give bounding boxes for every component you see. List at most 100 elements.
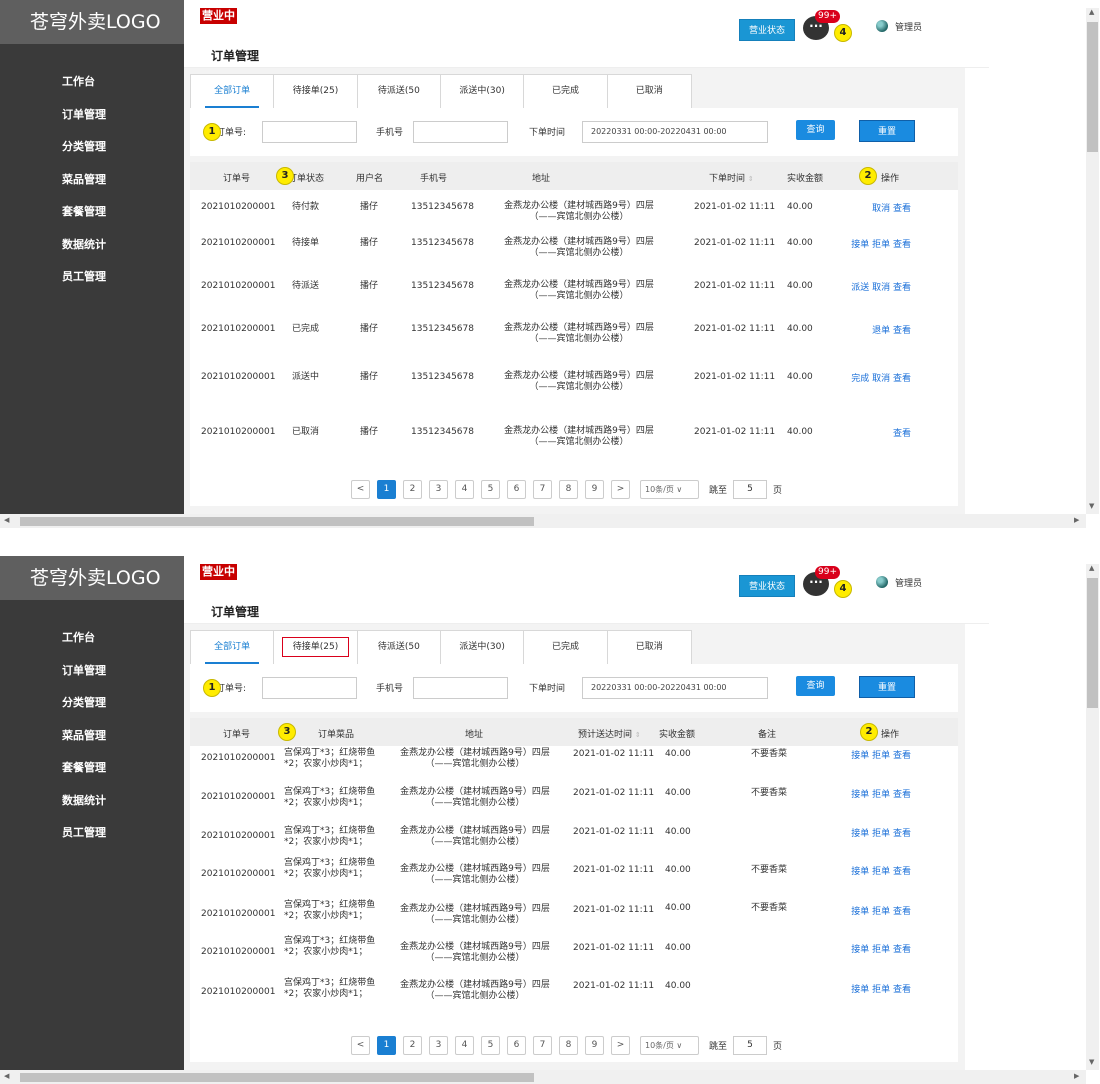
horizontal-scroll-thumb[interactable] [20, 517, 534, 526]
row-actions[interactable]: 退单 查看 [872, 323, 911, 336]
cell-address: 金燕龙办公楼（建材城西路9号）四层（——宾馆北侧办公楼） [400, 787, 550, 808]
tab-all-orders[interactable]: 全部订单 [191, 75, 275, 108]
scroll-right-icon[interactable]: ▶ [1074, 516, 1079, 524]
sidebar-item-employees[interactable]: 员工管理 [0, 817, 184, 850]
pagination-prev[interactable]: < [351, 480, 370, 499]
query-button[interactable]: 查询 [796, 676, 835, 696]
sidebar-item-employees[interactable]: 员工管理 [0, 261, 184, 294]
query-button[interactable]: 查询 [796, 120, 835, 140]
order-no-input[interactable] [262, 677, 357, 699]
phone-input[interactable] [413, 121, 508, 143]
pagination-prev[interactable]: < [351, 1036, 370, 1055]
cell-phone: 13512345678 [411, 202, 474, 212]
tab-pending-delivery[interactable]: 待派送(50 [358, 75, 441, 108]
row-actions[interactable]: 接单 拒单 查看 [851, 748, 911, 761]
horizontal-scroll-thumb[interactable] [20, 1073, 534, 1082]
page-button[interactable]: 1 [377, 480, 396, 499]
sidebar-item-setmeals[interactable]: 套餐管理 [0, 196, 184, 229]
row-actions[interactable]: 接单 拒单 查看 [851, 237, 911, 250]
row-actions[interactable]: 完成 取消 查看 [851, 371, 911, 384]
page-button[interactable]: 7 [533, 1036, 552, 1055]
tab-cancelled[interactable]: 已取消 [608, 631, 691, 664]
page-button[interactable]: 9 [585, 1036, 604, 1055]
business-status-button[interactable]: 营业状态 [739, 19, 795, 41]
tab-completed[interactable]: 已完成 [524, 75, 608, 108]
page-button[interactable]: 4 [455, 480, 474, 499]
page-button[interactable]: 9 [585, 480, 604, 499]
sidebar-item-categories[interactable]: 分类管理 [0, 687, 184, 720]
avatar[interactable] [876, 20, 888, 32]
sidebar-item-categories[interactable]: 分类管理 [0, 131, 184, 164]
page-button[interactable]: 8 [559, 480, 578, 499]
page-button[interactable]: 8 [559, 1036, 578, 1055]
page-button[interactable]: 6 [507, 1036, 526, 1055]
tab-delivering[interactable]: 派送中(30) [441, 631, 525, 664]
page-button[interactable]: 5 [481, 480, 500, 499]
sidebar-menu: 工作台 订单管理 分类管理 菜品管理 套餐管理 数据统计 员工管理 [0, 44, 184, 294]
row-actions[interactable]: 接单 拒单 查看 [851, 982, 911, 995]
tab-label: 待接单(25) [292, 86, 339, 96]
vertical-scroll-thumb[interactable] [1087, 22, 1098, 152]
scroll-left-icon[interactable]: ◀ [4, 1072, 9, 1080]
tab-cancelled[interactable]: 已取消 [608, 75, 691, 108]
jump-page-input[interactable]: 5 [733, 1036, 768, 1055]
tab-pending-accept[interactable]: 待接单(25) [274, 631, 358, 664]
page-size-select[interactable]: 10条/页 ∨ [640, 1036, 699, 1055]
page-button[interactable]: 6 [507, 480, 526, 499]
page-size-select[interactable]: 10条/页 ∨ [640, 480, 699, 499]
order-time-range-input[interactable]: 20220331 00:00-20220431 00:00 [582, 121, 768, 143]
jump-page-input[interactable]: 5 [733, 480, 768, 499]
avatar[interactable] [876, 576, 888, 588]
page-button[interactable]: 4 [455, 1036, 474, 1055]
sidebar-item-dashboard[interactable]: 工作台 [0, 66, 184, 99]
row-actions[interactable]: 查看 [893, 426, 911, 439]
sidebar-item-dashboard[interactable]: 工作台 [0, 622, 184, 655]
sidebar-item-orders[interactable]: 订单管理 [0, 655, 184, 688]
scroll-up-icon[interactable]: ▲ [1089, 8, 1094, 16]
scroll-up-icon[interactable]: ▲ [1089, 564, 1094, 572]
page-button[interactable]: 2 [403, 480, 422, 499]
row-actions[interactable]: 接单 拒单 查看 [851, 787, 911, 800]
sidebar-item-dishes[interactable]: 菜品管理 [0, 720, 184, 753]
reset-button[interactable]: 重置 [859, 676, 915, 698]
scroll-down-icon[interactable]: ▼ [1089, 1058, 1094, 1066]
pagination-next[interactable]: > [611, 1036, 630, 1055]
tab-label: 已完成 [551, 642, 579, 652]
page-button[interactable]: 3 [429, 480, 448, 499]
page-button[interactable]: 2 [403, 1036, 422, 1055]
scroll-left-icon[interactable]: ◀ [4, 516, 9, 524]
sidebar-item-orders[interactable]: 订单管理 [0, 99, 184, 132]
sidebar-item-dishes[interactable]: 菜品管理 [0, 164, 184, 197]
tab-completed[interactable]: 已完成 [524, 631, 608, 664]
page-button[interactable]: 5 [481, 1036, 500, 1055]
tab-delivering[interactable]: 派送中(30) [441, 75, 525, 108]
row-actions[interactable]: 接单 拒单 查看 [851, 942, 911, 955]
reset-button[interactable]: 重置 [859, 120, 915, 142]
order-time-range-input[interactable]: 20220331 00:00-20220431 00:00 [582, 677, 768, 699]
admin-name[interactable]: 管理员 [895, 20, 922, 33]
sidebar-item-statistics[interactable]: 数据统计 [0, 229, 184, 262]
business-status-button[interactable]: 营业状态 [739, 575, 795, 597]
row-actions[interactable]: 取消 查看 [872, 201, 911, 214]
sidebar-item-statistics[interactable]: 数据统计 [0, 785, 184, 818]
col-order-time[interactable]: 下单时间 ⇕ [709, 171, 754, 184]
tab-all-orders[interactable]: 全部订单 [191, 631, 275, 664]
row-actions[interactable]: 接单 拒单 查看 [851, 904, 911, 917]
scroll-right-icon[interactable]: ▶ [1074, 1072, 1079, 1080]
page-button[interactable]: 1 [377, 1036, 396, 1055]
vertical-scroll-thumb[interactable] [1087, 578, 1098, 708]
tab-pending-delivery[interactable]: 待派送(50 [358, 631, 441, 664]
row-actions[interactable]: 接单 拒单 查看 [851, 826, 911, 839]
admin-name[interactable]: 管理员 [895, 576, 922, 589]
page-button[interactable]: 3 [429, 1036, 448, 1055]
phone-input[interactable] [413, 677, 508, 699]
page-button[interactable]: 7 [533, 480, 552, 499]
scroll-down-icon[interactable]: ▼ [1089, 502, 1094, 510]
pagination-next[interactable]: > [611, 480, 630, 499]
row-actions[interactable]: 接单 拒单 查看 [851, 864, 911, 877]
tab-pending-accept[interactable]: 待接单(25) [274, 75, 358, 108]
row-actions[interactable]: 派送 取消 查看 [851, 280, 911, 293]
col-eta[interactable]: 预计送达时间 ⇕ [578, 727, 641, 740]
order-no-input[interactable] [262, 121, 357, 143]
sidebar-item-setmeals[interactable]: 套餐管理 [0, 752, 184, 785]
